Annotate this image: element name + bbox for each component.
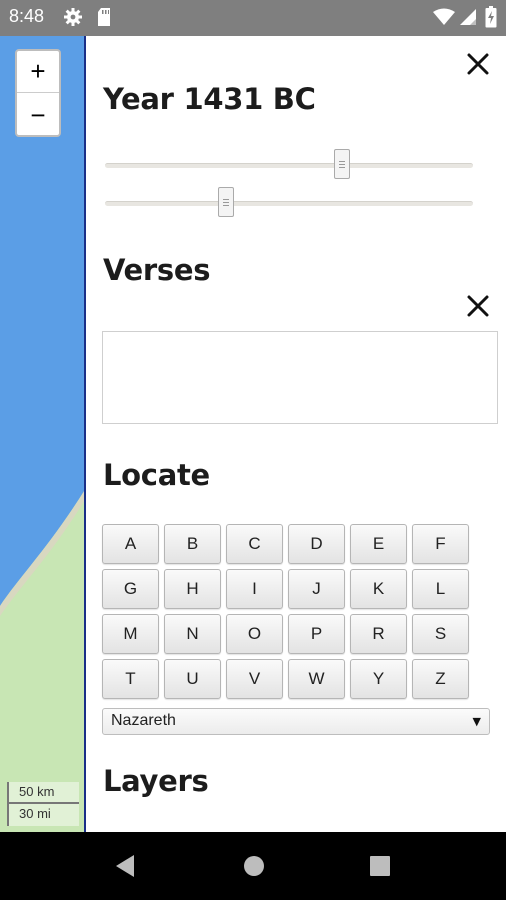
letter-button-c[interactable]: C [226,524,283,564]
map-tiles [0,36,86,832]
letter-button-h[interactable]: H [164,569,221,609]
place-select[interactable]: Nazareth ▼ [102,708,490,735]
letter-button-o[interactable]: O [226,614,283,654]
scale-km-label: 50 km [7,782,79,804]
letter-button-u[interactable]: U [164,659,221,699]
letter-button-m[interactable]: M [102,614,159,654]
letter-button-f[interactable]: F [412,524,469,564]
back-icon[interactable] [112,852,142,880]
battery-icon [485,6,497,32]
zoom-in-button[interactable]: + [17,51,59,93]
letter-button-w[interactable]: W [288,659,345,699]
letter-button-s[interactable]: S [412,614,469,654]
map-view[interactable]: + − 50 km 30 mi [0,36,86,832]
zoom-control: + − [15,49,61,137]
sd-card-icon [96,7,112,31]
wifi-icon [433,8,455,30]
letter-button-e[interactable]: E [350,524,407,564]
letter-button-l[interactable]: L [412,569,469,609]
letter-button-n[interactable]: N [164,614,221,654]
letter-button-i[interactable]: I [226,569,283,609]
cell-signal-icon [459,8,477,30]
range-slider-track [105,201,473,206]
letter-button-g[interactable]: G [102,569,159,609]
letter-button-y[interactable]: Y [350,659,407,699]
letter-button-a[interactable]: A [102,524,159,564]
side-panel: Year 1431 BC Verses Locate ABCDEF GHIJKL M… [84,36,506,832]
clear-verses-icon[interactable] [466,294,490,318]
chevron-down-icon: ▼ [472,715,481,728]
letter-button-v[interactable]: V [226,659,283,699]
year-slider-thumb[interactable] [334,149,350,179]
letter-button-b[interactable]: B [164,524,221,564]
status-time: 8:48 [9,6,45,26]
status-bar: 8:48 [0,0,506,36]
letter-button-r[interactable]: R [350,614,407,654]
place-select-value: Nazareth [111,712,176,729]
map-scale-bar: 50 km 30 mi [7,780,86,828]
recents-icon[interactable] [367,852,397,880]
settings-gear-icon [63,7,83,31]
letter-button-j[interactable]: J [288,569,345,609]
navigation-bar [0,832,506,900]
close-panel-icon[interactable] [466,52,490,76]
verses-title: Verses [103,253,211,287]
letter-button-p[interactable]: P [288,614,345,654]
zoom-out-button[interactable]: − [17,94,59,136]
year-title: Year 1431 BC [103,82,316,116]
scale-mi-label: 30 mi [7,804,79,826]
letter-button-z[interactable]: Z [412,659,469,699]
letter-button-k[interactable]: K [350,569,407,609]
locate-title: Locate [103,458,210,492]
letter-button-d[interactable]: D [288,524,345,564]
year-slider-track [105,163,473,168]
verses-textarea[interactable] [102,331,498,424]
app-screen: 8:48 + − 50 km 30 mi Year 1431 BC Verses… [0,0,506,900]
range-slider-thumb[interactable] [218,187,234,217]
letter-button-t[interactable]: T [102,659,159,699]
year-slider[interactable] [105,149,473,183]
home-icon[interactable] [241,852,271,880]
layers-title: Layers [103,764,209,798]
range-slider[interactable] [105,187,473,221]
